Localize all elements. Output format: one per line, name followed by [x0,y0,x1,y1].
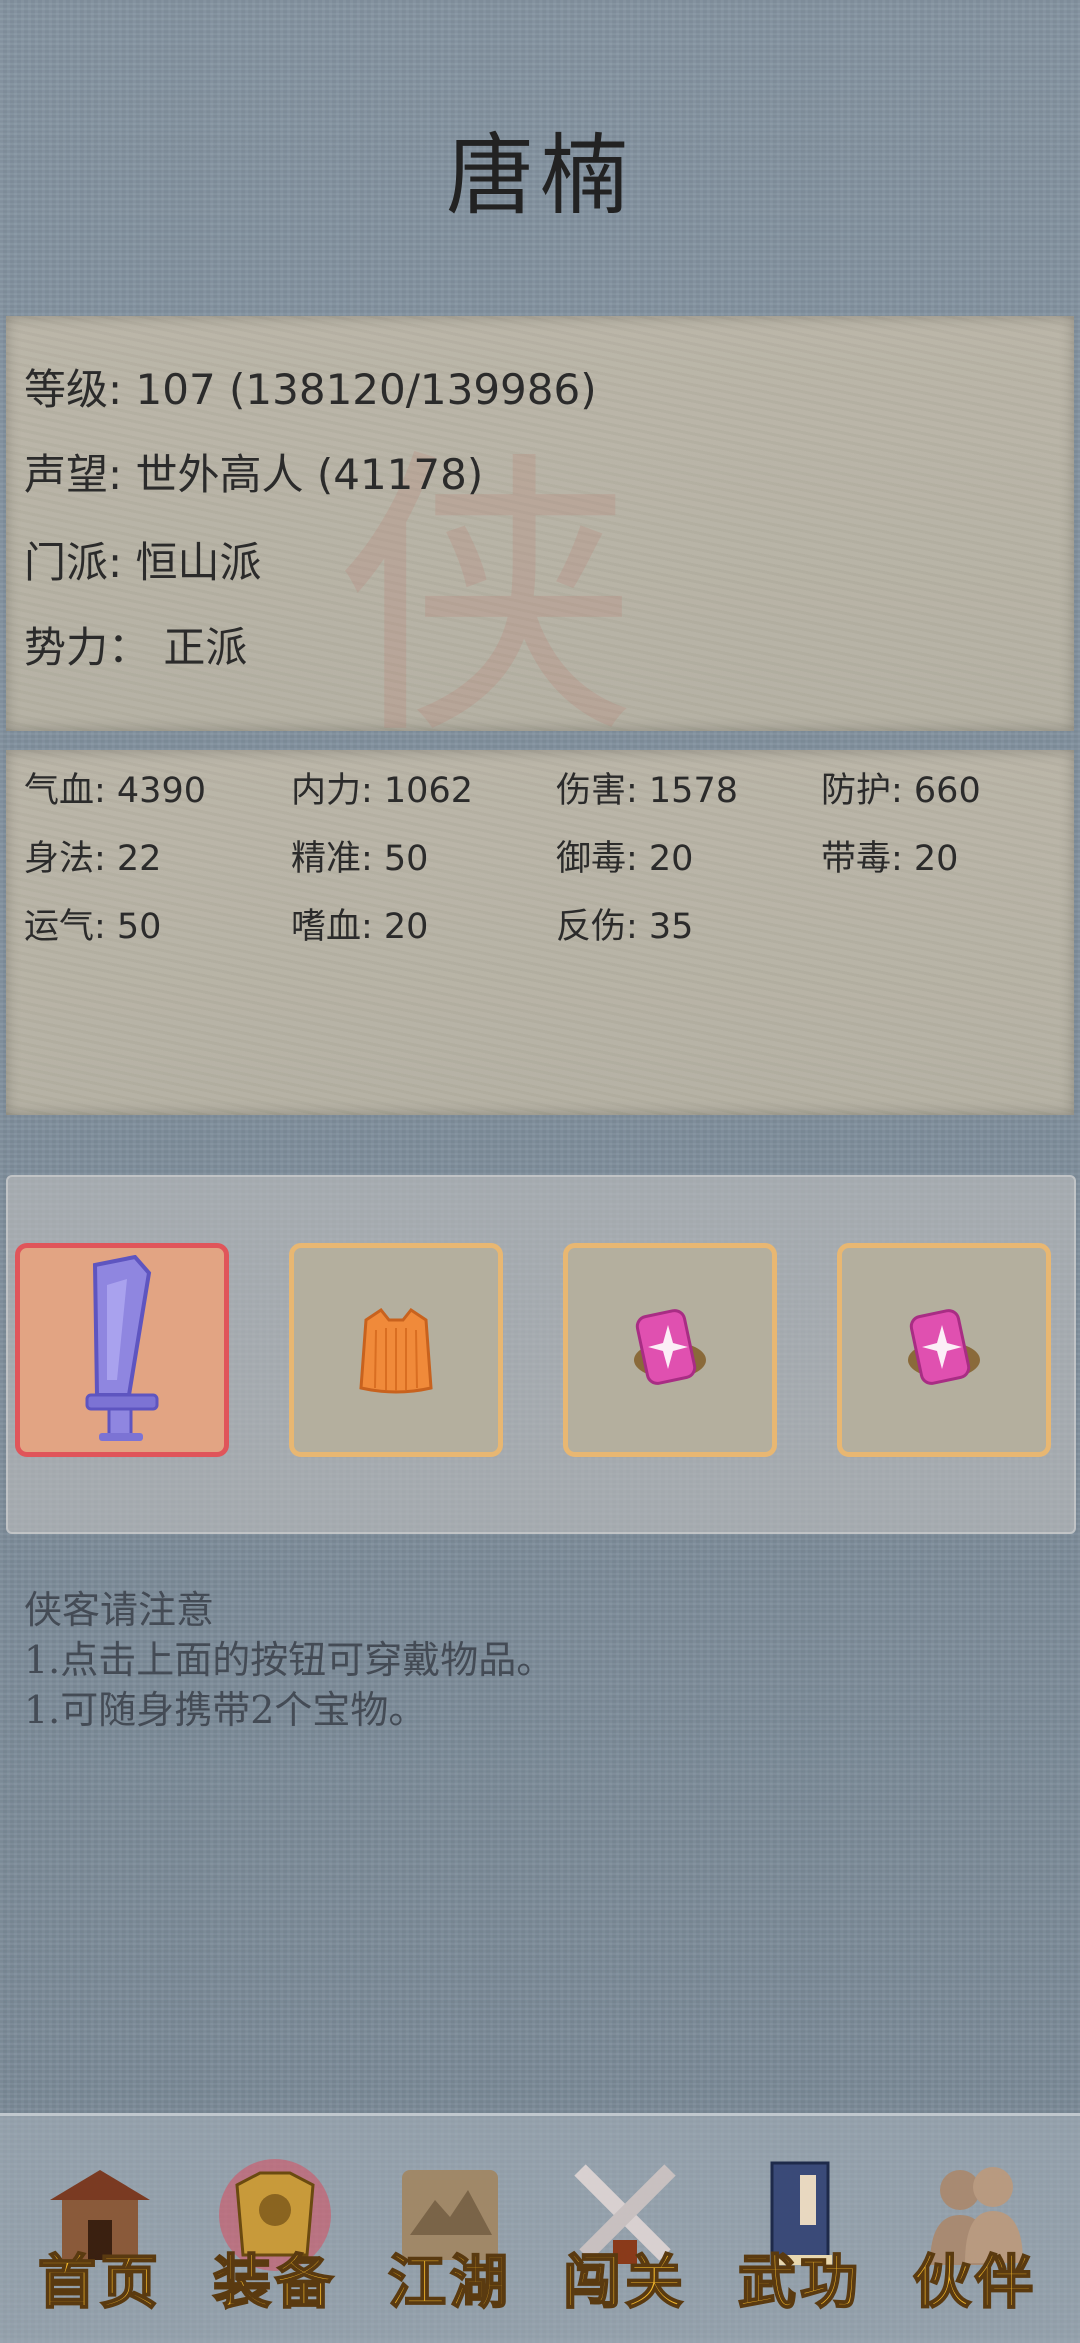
sect-text: 门派: 恒山派 [24,538,262,587]
stat-damage: 伤害: 1578 [556,771,738,811]
notes-text: 侠客请注意 1.点击上面的按钮可穿戴物品。 1.可随身携带2个宝物。 [24,1585,554,1735]
equip-slot-treasure-1[interactable] [563,1243,777,1457]
faction-text: 势力： 正派 [24,623,248,672]
stat-hp: 气血: 4390 [24,771,206,811]
nav-challenge-label: 闯关 [562,2247,687,2317]
sword-icon [85,1255,159,1441]
stat-reflect: 反伤: 35 [556,907,694,947]
nav-home-label: 首页 [37,2247,162,2317]
page-title: 唐楠 [445,124,634,227]
nav-jianghu[interactable]: 江湖 [370,2145,530,2325]
nav-martial-arts[interactable]: 武功 [720,2145,880,2325]
stat-poison: 带毒: 20 [821,839,959,879]
gem-icon [634,1309,706,1385]
stat-poison-resist: 御毒: 20 [556,839,694,879]
equip-slot-treasure-2[interactable] [837,1243,1051,1457]
nav-challenge[interactable]: 闯关 [545,2145,705,2325]
reputation-text: 声望: 世外高人 (41178) [24,450,484,499]
nav-companions-label: 伙伴 [912,2247,1037,2317]
gem-icon [908,1309,980,1385]
nav-equipment-label: 装备 [212,2247,337,2317]
level-text: 等级: 107 (138120/139986) [24,365,597,414]
notes-heading: 侠客请注意 [24,1588,215,1632]
nav-companions[interactable]: 伙伴 [895,2145,1055,2325]
nav-equipment[interactable]: 装备 [195,2145,355,2325]
notes-line-2: 1.可随身携带2个宝物。 [24,1688,427,1732]
nav-home[interactable]: 首页 [20,2145,180,2325]
equip-slot-armor[interactable] [289,1243,503,1457]
stats-panel: 气血: 4390 内力: 1062 伤害: 1578 防护: 660 身法: 2… [6,750,1074,1115]
equip-slot-weapon[interactable] [15,1243,229,1457]
nav-martial-arts-label: 武功 [737,2247,862,2317]
stat-internal-force: 内力: 1062 [291,771,473,811]
notes-line-1: 1.点击上面的按钮可穿戴物品。 [24,1638,555,1682]
character-info-panel: 侠 等级: 107 (138120/139986) 声望: 世外高人 (4117… [6,316,1074,774]
watermark-brush: 侠 [336,425,636,774]
stat-agility: 身法: 22 [24,839,162,879]
nav-jianghu-label: 江湖 [387,2247,512,2317]
vest-icon [359,1307,433,1394]
stat-luck: 运气: 50 [24,907,162,947]
stat-defense: 防护: 660 [821,771,981,811]
stat-accuracy: 精准: 50 [291,839,429,879]
stat-bloodlust: 嗜血: 20 [291,907,429,947]
